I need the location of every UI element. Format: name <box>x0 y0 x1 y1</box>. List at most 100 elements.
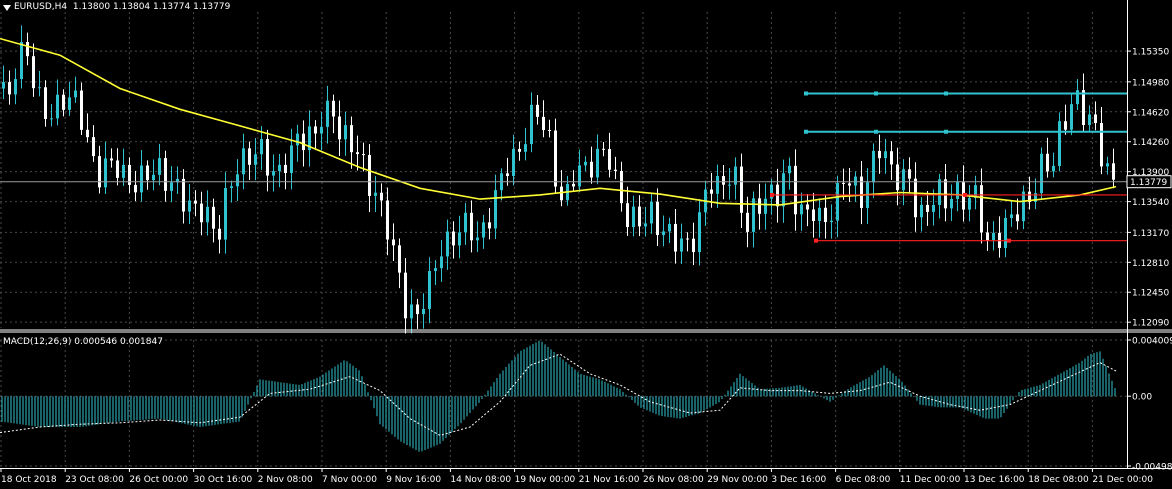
candle-body <box>914 178 917 218</box>
line-handle[interactable] <box>874 129 878 134</box>
candle-body <box>596 148 599 178</box>
candle-body <box>254 154 257 165</box>
candle-body <box>632 206 635 228</box>
candle-body <box>206 206 209 223</box>
candle-body <box>38 87 41 89</box>
line-handle[interactable] <box>874 91 878 96</box>
candle-body <box>92 137 95 157</box>
candle-body <box>752 198 755 232</box>
candle-body <box>638 206 641 227</box>
candle-body <box>1064 121 1067 130</box>
time-tick-label: 6 Dec 08:00 <box>836 475 891 485</box>
candle-body <box>722 176 725 185</box>
candle-body <box>416 304 419 315</box>
chart-header: EURUSD,H4 1.13800 1.13804 1.13774 1.1377… <box>14 2 230 12</box>
candle-body <box>968 197 971 210</box>
candle-body <box>266 139 269 176</box>
line-handle[interactable] <box>814 238 818 243</box>
candle-body <box>848 183 851 186</box>
current-price-label: 1.13779 <box>1130 178 1167 188</box>
candle-body <box>344 125 347 140</box>
candle-body <box>836 182 839 221</box>
candle-body <box>494 190 497 229</box>
candle-body <box>578 165 581 187</box>
candle-body <box>164 158 167 191</box>
time-tick-label: 18 Oct 2018 <box>1 475 57 485</box>
candle-body <box>236 174 239 187</box>
price-tick-label: 1.12450 <box>1132 289 1169 299</box>
candle-body <box>740 166 743 213</box>
line-handle[interactable] <box>963 192 967 197</box>
price-tick-label: 1.13170 <box>1132 229 1169 239</box>
line-handle[interactable] <box>1007 238 1011 243</box>
candle-body <box>920 204 923 218</box>
price-tick-label: 1.14620 <box>1132 108 1169 118</box>
menu-triangle-icon[interactable] <box>3 5 11 11</box>
time-tick-label: 23 Oct 08:00 <box>65 475 124 485</box>
candle-body <box>212 206 215 229</box>
price-tick-label: 1.14980 <box>1132 78 1169 88</box>
candle-body <box>326 100 329 127</box>
candle-body <box>908 169 911 179</box>
trading-chart[interactable]: 1.153501.149801.146201.142601.139001.135… <box>0 0 1172 489</box>
candle-body <box>896 164 899 191</box>
candle-body <box>542 116 545 131</box>
candle-body <box>26 42 29 57</box>
candle-body <box>950 198 953 209</box>
candle-body <box>590 161 593 178</box>
candle-body <box>794 165 797 215</box>
candle-body <box>524 144 527 152</box>
candle-body <box>620 171 623 204</box>
candle-body <box>1022 191 1025 222</box>
candle-body <box>44 87 47 119</box>
time-tick-label: 19 Nov 00:00 <box>515 475 576 485</box>
candle-body <box>926 204 929 212</box>
price-tick-label: 1.12810 <box>1132 259 1169 269</box>
candle-body <box>68 97 71 110</box>
candle-body <box>806 204 809 210</box>
candle-body <box>1010 214 1013 218</box>
candle-body <box>698 212 701 253</box>
candle-body <box>50 118 53 120</box>
candle-body <box>488 222 491 229</box>
candle-body <box>1088 114 1091 126</box>
time-tick-label: 9 Nov 16:00 <box>386 475 441 485</box>
candle-body <box>62 94 65 110</box>
candle-body <box>368 154 371 196</box>
line-handle[interactable] <box>804 129 808 134</box>
candle-body <box>380 192 383 201</box>
candle-body <box>362 154 365 156</box>
candle-body <box>152 174 155 181</box>
candle-body <box>662 231 665 236</box>
candle-body <box>260 139 263 155</box>
candle-body <box>122 164 125 178</box>
candle-body <box>146 165 149 181</box>
line-handle[interactable] <box>804 91 808 96</box>
price-tick-label: 1.14260 <box>1132 138 1169 148</box>
macd-tick-label: -0.00498 <box>1132 463 1172 473</box>
candle-body <box>812 209 815 222</box>
candle-body <box>332 100 335 117</box>
candle-body <box>824 207 827 223</box>
candle-body <box>878 150 881 159</box>
candle-body <box>476 237 479 241</box>
time-tick-label: 21 Nov 16:00 <box>579 475 640 485</box>
candle-body <box>182 178 185 212</box>
candle-body <box>296 133 299 146</box>
line-handle[interactable] <box>770 192 774 197</box>
candle-body <box>584 161 587 166</box>
candle-body <box>572 183 575 187</box>
line-handle[interactable] <box>944 91 948 96</box>
candle-body <box>884 151 887 159</box>
candle-body <box>470 212 473 241</box>
time-tick-label: 7 Nov 00:00 <box>322 475 377 485</box>
candle-body <box>980 185 983 233</box>
candle-body <box>86 129 89 138</box>
time-tick-label: 30 Oct 16:00 <box>194 475 253 485</box>
candle-body <box>1070 104 1073 130</box>
candle-body <box>440 256 443 269</box>
candle-body <box>992 232 995 241</box>
candle-body <box>1082 90 1085 126</box>
candle-body <box>764 198 767 214</box>
line-handle[interactable] <box>944 129 948 134</box>
